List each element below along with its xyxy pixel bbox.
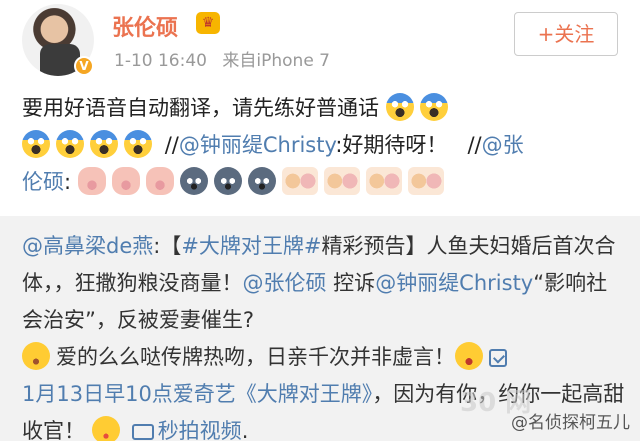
couple-emoji-icon (365, 167, 402, 195)
post-time[interactable]: 1-10 16:40 (114, 51, 207, 71)
repost-author-link[interactable]: @高鼻梁de燕 (22, 234, 153, 258)
post-header: V 张伦硕 ♛ 1-10 16:40 来自iPhone 7 +关注 (0, 0, 640, 80)
pig-emoji-icon (77, 167, 106, 195)
repost-bracket: 【 (160, 234, 182, 258)
kiss-emoji-icon (91, 416, 120, 441)
verified-badge: V (74, 56, 94, 76)
crown-icon[interactable]: ♛ (196, 12, 220, 34)
hashtag-link[interactable]: #大牌对王牌# (181, 234, 321, 258)
couple-emoji-icon (281, 167, 318, 195)
post-text-segment: : (64, 170, 72, 194)
shocked-emoji-icon (22, 130, 50, 158)
shocked-emoji-icon (124, 130, 152, 158)
shocked-emoji-icon (419, 93, 448, 121)
post-line1: 要用好语音自动翻译，请先练好普通话 (22, 96, 379, 120)
couple-emoji-icon (323, 167, 360, 195)
shy-emoji-icon (455, 342, 483, 370)
shocked-emoji-icon (56, 130, 84, 158)
mention-link[interactable]: @张伦硕 (243, 271, 327, 295)
repost-slash: // (164, 133, 179, 157)
husky-emoji-icon (213, 167, 242, 195)
mention-link[interactable]: @张 (482, 133, 524, 157)
pig-emoji-icon (111, 167, 140, 195)
couple-emoji-icon (407, 167, 444, 195)
event-link[interactable]: 1月13日早10点爱奇艺《大牌对王牌》 (22, 382, 372, 406)
calendar-icon[interactable] (489, 349, 507, 367)
watermark-handle: @名侦探柯五儿 (511, 413, 630, 433)
post-source: 来自iPhone 7 (222, 51, 330, 71)
video-icon[interactable] (131, 424, 154, 440)
husky-emoji-icon (179, 167, 208, 195)
reposted-post[interactable]: @高鼻梁de燕:【#大牌对王牌#精彩预告】人鱼夫妇婚后首次合体，，狂撒狗粮没商量… (0, 216, 640, 441)
mention-link[interactable]: @钟丽缇Christy (375, 271, 533, 295)
repost-text-segment: 控诉 (326, 271, 376, 295)
repost-text-segment: . (241, 419, 249, 441)
video-link[interactable]: 秒拍视频 (158, 419, 242, 441)
post-text: 要用好语音自动翻译，请先练好普通话 //@钟丽缇Christy:好期待呀！ //… (22, 90, 622, 201)
surprised-emoji-icon (22, 342, 50, 370)
mention-link[interactable]: 伦硕 (22, 170, 64, 194)
post-meta: 1-10 16:40 来自iPhone 7 (114, 46, 340, 71)
mention-link[interactable]: @钟丽缇Christy (179, 133, 336, 157)
pig-emoji-icon (145, 167, 174, 195)
username[interactable]: 张伦硕 (112, 10, 178, 42)
follow-button[interactable]: +关注 (514, 12, 618, 56)
husky-emoji-icon (247, 167, 276, 195)
post-text-segment: :好期待呀！ (335, 133, 448, 157)
repost-slash: // (467, 133, 482, 157)
repost-text-segment: 爱的么么哒传牌热吻，日亲千次并非虚言！ (56, 345, 455, 369)
shocked-emoji-icon (385, 93, 414, 121)
shocked-emoji-icon (90, 130, 118, 158)
